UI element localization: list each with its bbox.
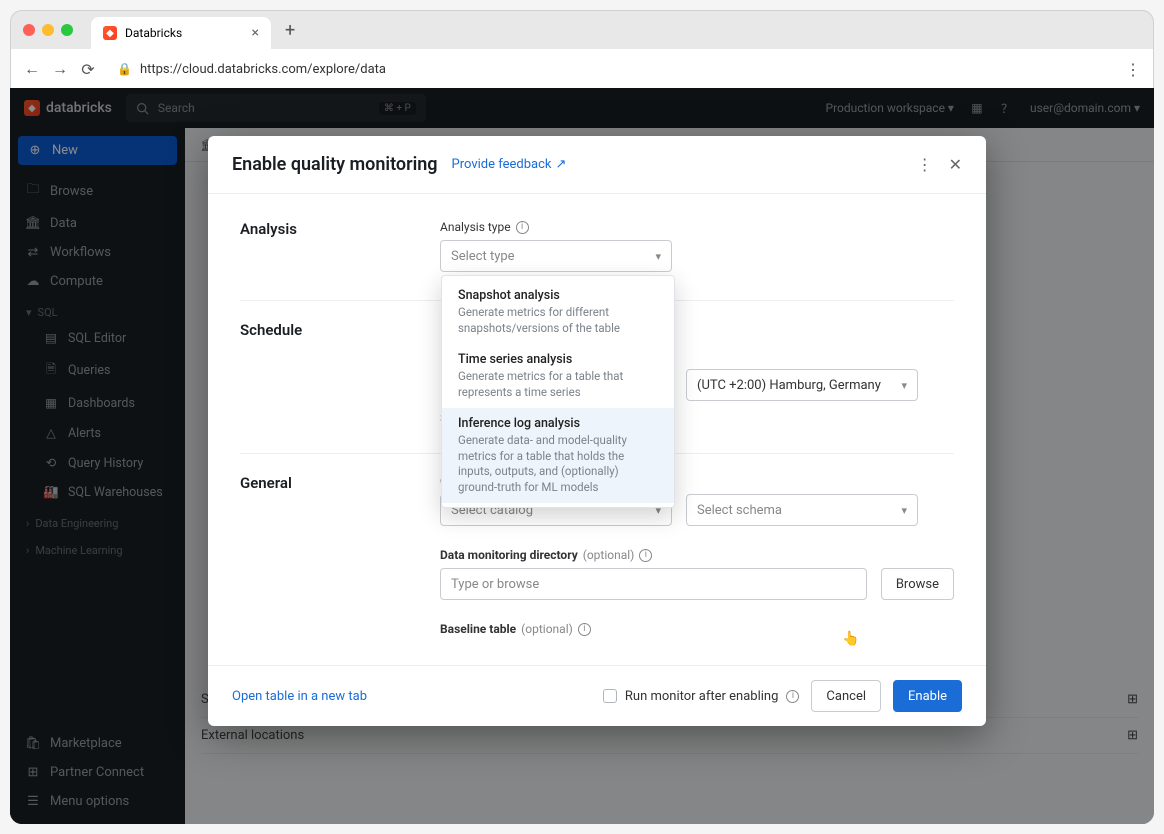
- info-icon[interactable]: i: [578, 623, 591, 636]
- lock-icon: 🔒: [117, 62, 132, 76]
- browser-tab-bar: ◆ Databricks × +: [11, 11, 1153, 49]
- quality-monitoring-modal: Enable quality monitoring Provide feedba…: [208, 136, 986, 726]
- browse-button[interactable]: Browse: [881, 568, 954, 600]
- section-heading-analysis: Analysis: [240, 220, 400, 272]
- browser-tab[interactable]: ◆ Databricks ×: [91, 17, 271, 49]
- address-bar[interactable]: 🔒 https://cloud.databricks.com/explore/d…: [107, 54, 1115, 84]
- info-icon[interactable]: i: [786, 690, 799, 703]
- url-text: https://cloud.databricks.com/explore/dat…: [140, 62, 386, 77]
- close-tab-icon[interactable]: ×: [252, 25, 259, 41]
- back-button[interactable]: ←: [23, 59, 41, 79]
- monitoring-directory-input[interactable]: Type or browse: [440, 568, 867, 600]
- analysis-type-select[interactable]: Select type ▾ Snapshot analysis Generate…: [440, 240, 672, 272]
- browser-chrome: ◆ Databricks × + ← → ⟳ 🔒 https://cloud.d…: [10, 10, 1154, 88]
- more-options-icon[interactable]: ⋮: [917, 155, 933, 174]
- section-heading-general: General: [240, 474, 400, 642]
- option-time-series-analysis[interactable]: Time series analysis Generate metrics fo…: [442, 344, 674, 408]
- enable-button[interactable]: Enable: [893, 680, 962, 712]
- close-window-button[interactable]: [23, 24, 35, 36]
- info-icon[interactable]: i: [639, 549, 652, 562]
- modal-title: Enable quality monitoring: [232, 154, 438, 175]
- reload-button[interactable]: ⟳: [79, 60, 97, 79]
- info-icon[interactable]: i: [516, 221, 529, 234]
- chevron-down-icon: ▾: [901, 379, 907, 392]
- monitoring-directory-label: Data monitoring directory (optional) i: [440, 548, 954, 562]
- tab-title: Databricks: [125, 26, 182, 40]
- checkbox-icon: [603, 689, 617, 703]
- modal-footer: Open table in a new tab Run monitor afte…: [208, 665, 986, 726]
- modal-header: Enable quality monitoring Provide feedba…: [208, 136, 986, 194]
- close-icon[interactable]: ✕: [949, 155, 962, 174]
- databricks-favicon-icon: ◆: [103, 26, 117, 40]
- forward-button[interactable]: →: [51, 59, 69, 79]
- option-snapshot-analysis[interactable]: Snapshot analysis Generate metrics for d…: [442, 280, 674, 344]
- browser-nav-bar: ← → ⟳ 🔒 https://cloud.databricks.com/exp…: [11, 49, 1153, 89]
- option-inference-log-analysis[interactable]: Inference log analysis Generate data- an…: [442, 408, 674, 503]
- browser-menu-icon[interactable]: ⋮: [1125, 60, 1141, 79]
- analysis-type-label: Analysis type i: [440, 220, 954, 234]
- section-heading-schedule: Schedule: [240, 321, 400, 425]
- run-after-enabling-checkbox[interactable]: Run monitor after enabling i: [603, 689, 800, 704]
- open-table-new-tab-link[interactable]: Open table in a new tab: [232, 689, 367, 704]
- baseline-table-label: Baseline table (optional) i: [440, 622, 954, 636]
- new-tab-button[interactable]: +: [279, 20, 301, 41]
- window-controls: [23, 24, 83, 36]
- chevron-down-icon: ▾: [655, 250, 661, 263]
- modal-body: Analysis Analysis type i Select type ▾ S…: [208, 194, 986, 665]
- maximize-window-button[interactable]: [61, 24, 73, 36]
- analysis-type-dropdown: Snapshot analysis Generate metrics for d…: [441, 275, 675, 508]
- minimize-window-button[interactable]: [42, 24, 54, 36]
- chevron-down-icon: ▾: [901, 504, 907, 517]
- app-shell: ◆ databricks Search ⌘ + P Production wor…: [10, 88, 1154, 824]
- provide-feedback-link[interactable]: Provide feedback ↗: [452, 157, 567, 172]
- timezone-select[interactable]: (UTC +2:00) Hamburg, Germany ▾: [686, 369, 918, 401]
- cancel-button[interactable]: Cancel: [811, 680, 881, 712]
- schema-select[interactable]: Select schema ▾: [686, 494, 918, 526]
- external-link-icon: ↗: [556, 157, 567, 172]
